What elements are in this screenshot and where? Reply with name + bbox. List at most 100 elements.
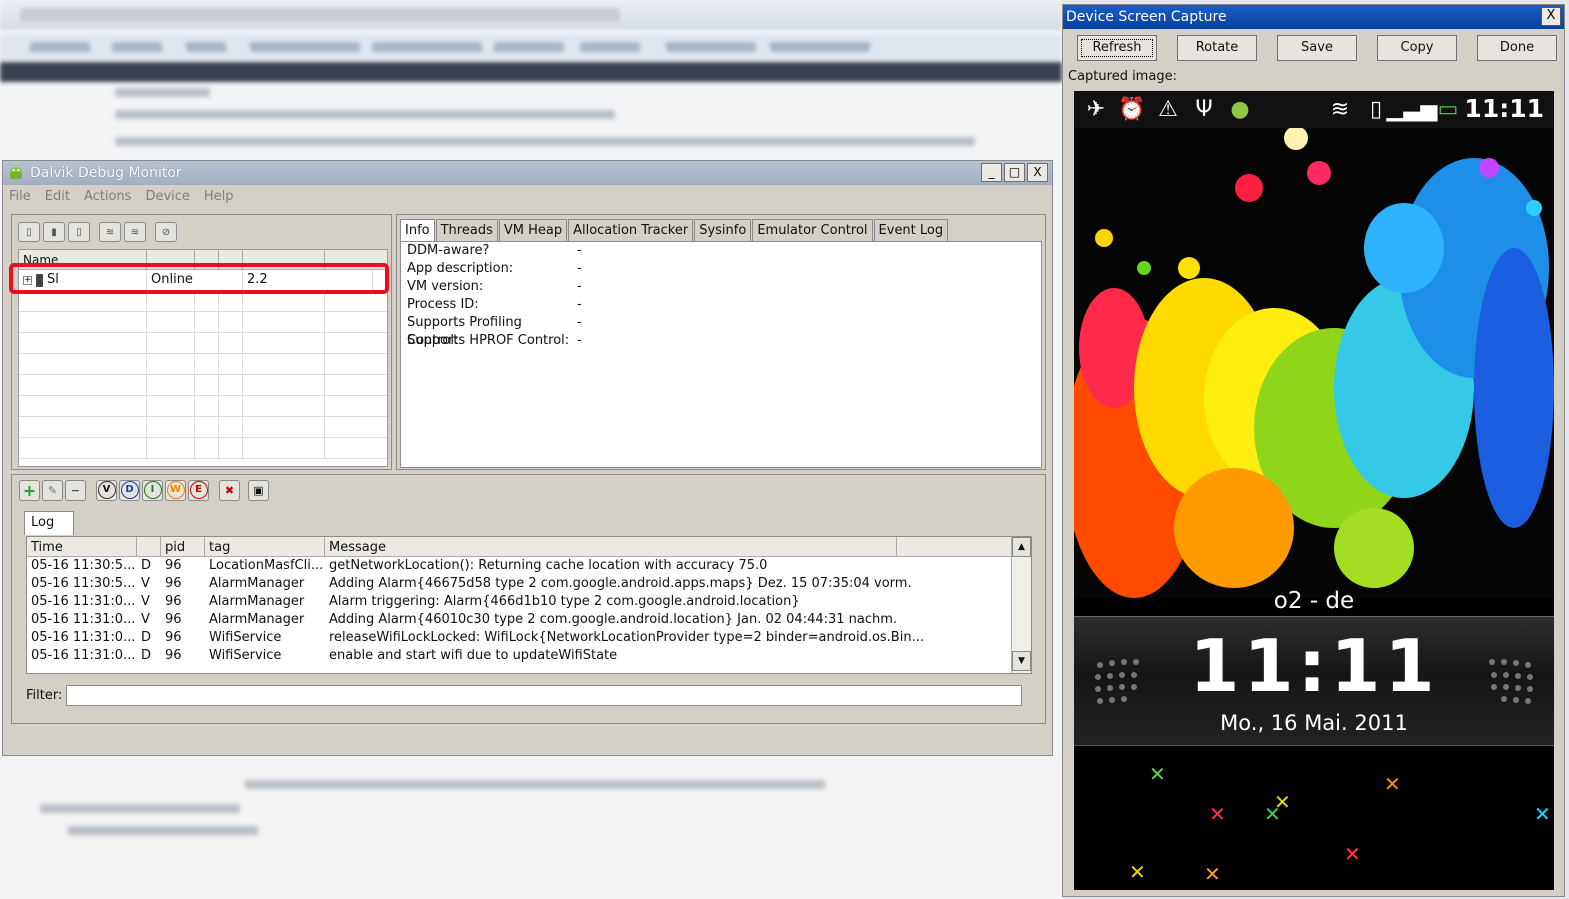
tab-emulator-control[interactable]: Emulator Control [752,219,873,241]
butterflies-decoration: ✕ ✕ ✕ ✕ ✕ ✕ ✕ ✕ ✕ [1129,762,1551,886]
phone-status-bar: ✈ ⏰ ⚠ Ψ ● ≋ ▯ ▁▃▅ ▭ 11:11 [1074,91,1554,128]
info-panel: Info Threads VM Heap Allocation Tracker … [396,214,1046,470]
warn-button[interactable]: W [165,479,186,501]
column-level[interactable] [137,537,161,556]
delete-filter-button[interactable]: − [65,479,86,501]
svg-text:✕: ✕ [1384,772,1401,796]
log-row[interactable]: 05-16 11:31:0... D 96 WifiService releaseWif… [27,629,1031,647]
scroll-up-arrow-icon[interactable]: ▲ [1012,537,1031,557]
column-message[interactable]: Message [325,537,897,556]
background-nav [0,62,1062,82]
background-bookmarks [0,34,1062,60]
save-log-button[interactable]: ▣ [248,479,269,501]
minus-icon: − [70,483,81,497]
empty-row [19,333,387,354]
refresh-button[interactable]: Refresh [1077,35,1157,61]
save-button[interactable]: Save [1277,35,1357,61]
tab-allocation-tracker[interactable]: Allocation Tracker [568,219,694,241]
filter-label: Filter: [26,688,63,703]
close-button[interactable]: X [1027,163,1048,182]
capture-button-row: Refresh Rotate Save Copy Done [1063,29,1564,61]
dump-hprof-button[interactable]: ▯ [68,222,90,242]
threads-icon: ≋ [105,226,115,238]
empty-row [19,438,387,459]
log-row[interactable]: 05-16 11:30:5... V 96 AlarmManager Adding Al… [27,575,1031,593]
log-row[interactable]: 05-16 11:31:0... V 96 AlarmManager Adding Al… [27,611,1031,629]
log-scrollbar[interactable]: ▲ ▼ [1011,537,1031,673]
info-button[interactable]: I [142,479,163,501]
rotate-button[interactable]: Rotate [1177,35,1257,61]
done-button[interactable]: Done [1477,35,1557,61]
error-button[interactable]: E [188,479,209,501]
svg-text:✕: ✕ [1209,802,1226,826]
tab-threads[interactable]: Threads [435,219,498,241]
airplane-icon: ✈ [1086,97,1106,122]
filter-input[interactable] [66,685,1023,706]
scroll-track[interactable] [1012,557,1031,651]
carrier-name: o2 - de [1273,588,1355,614]
log-section: + ✎ − V D I W E ✖ ▣ Log Time pid tag Mes… [11,474,1046,724]
stop-icon: ⊘ [161,226,171,238]
clear-icon: ✖ [224,483,235,497]
status-time: 11:11 [1464,94,1544,123]
info-body: DDM-aware? - App description: - VM version… [400,241,1042,468]
edit-filter-button[interactable]: ✎ [42,479,63,501]
tab-sysinfo[interactable]: Sysinfo [694,219,752,241]
capture-title-bar[interactable]: Device Screen Capture X [1063,5,1564,29]
stop-process-button[interactable]: ⊘ [155,222,177,242]
maximize-button[interactable]: □ [1004,163,1025,182]
empty-row [19,396,387,417]
verbose-button[interactable]: V [96,479,117,501]
update-threads-button[interactable]: ≋ [99,222,121,242]
menu-actions[interactable]: Actions [84,189,132,204]
method-profiling-button[interactable]: ≋ [124,222,146,242]
log-row[interactable]: 05-16 11:31:0... D 96 WifiService enable and… [27,647,1031,665]
heap-icon: ▮ [51,226,57,238]
empty-row [19,312,387,333]
tab-log[interactable]: Log [24,511,74,535]
tab-event-log[interactable]: Event Log [873,219,949,241]
menu-file[interactable]: File [9,189,31,204]
log-row[interactable]: 05-16 11:31:0... V 96 AlarmManager Alarm tri… [27,593,1031,611]
debug-button[interactable]: D [119,479,140,501]
empty-row [19,417,387,438]
copy-button[interactable]: Copy [1377,35,1457,61]
svg-text:✕: ✕ [1129,860,1146,884]
debug-process-button[interactable]: ▯ [18,222,40,242]
capture-close-button[interactable]: X [1541,7,1561,26]
empty-row [19,375,387,396]
menu-edit[interactable]: Edit [45,189,70,204]
svg-text:✕: ✕ [1534,802,1551,826]
menu-device[interactable]: Device [145,189,189,204]
empty-row [19,354,387,375]
add-filter-button[interactable]: + [19,479,40,501]
info-row: Process ID: - [407,297,582,312]
scroll-down-arrow-icon[interactable]: ▼ [1012,651,1031,671]
column-pid[interactable]: pid [161,537,205,556]
captured-image-label: Captured image: [1068,69,1177,84]
tab-info[interactable]: Info [400,219,435,241]
log-table-header: Time pid tag Message [27,537,1031,557]
paint-splash-wallpaper [1074,128,1554,598]
menu-help[interactable]: Help [204,189,234,204]
usb-icon: Ψ [1195,97,1213,122]
edit-icon: ✎ [47,483,58,497]
lockscreen-clock: 11:11 [1189,624,1439,708]
log-row[interactable]: 05-16 11:30:5... D 96 LocationMasfCli... get… [27,557,1031,575]
warning-icon: ⚠ [1158,97,1178,122]
captured-phone-screen: ✈ ⏰ ⚠ Ψ ● ≋ ▯ ▁▃▅ ▭ 11:11 o2 - de 11:11 … [1074,91,1554,890]
ddms-title-bar[interactable]: Dalvik Debug Monitor _ □ X [3,161,1052,185]
column-tag[interactable]: tag [205,537,325,556]
column-time[interactable]: Time [27,537,137,556]
info-row: Supports HPROF Control: - [407,333,582,348]
signal-icon: ▁▃▅ [1386,97,1438,122]
tab-vm-heap[interactable]: VM Heap [498,219,568,241]
clear-log-button[interactable]: ✖ [219,479,240,501]
background-page-bottom [0,756,1062,899]
battery-icon: ▭ [1437,97,1459,122]
empty-row [19,291,387,312]
wifi-icon: ≋ [1330,97,1350,122]
ddms-window: Dalvik Debug Monitor _ □ X File Edit Act… [2,160,1053,756]
minimize-button[interactable]: _ [981,163,1002,182]
update-heap-button[interactable]: ▮ [43,222,65,242]
